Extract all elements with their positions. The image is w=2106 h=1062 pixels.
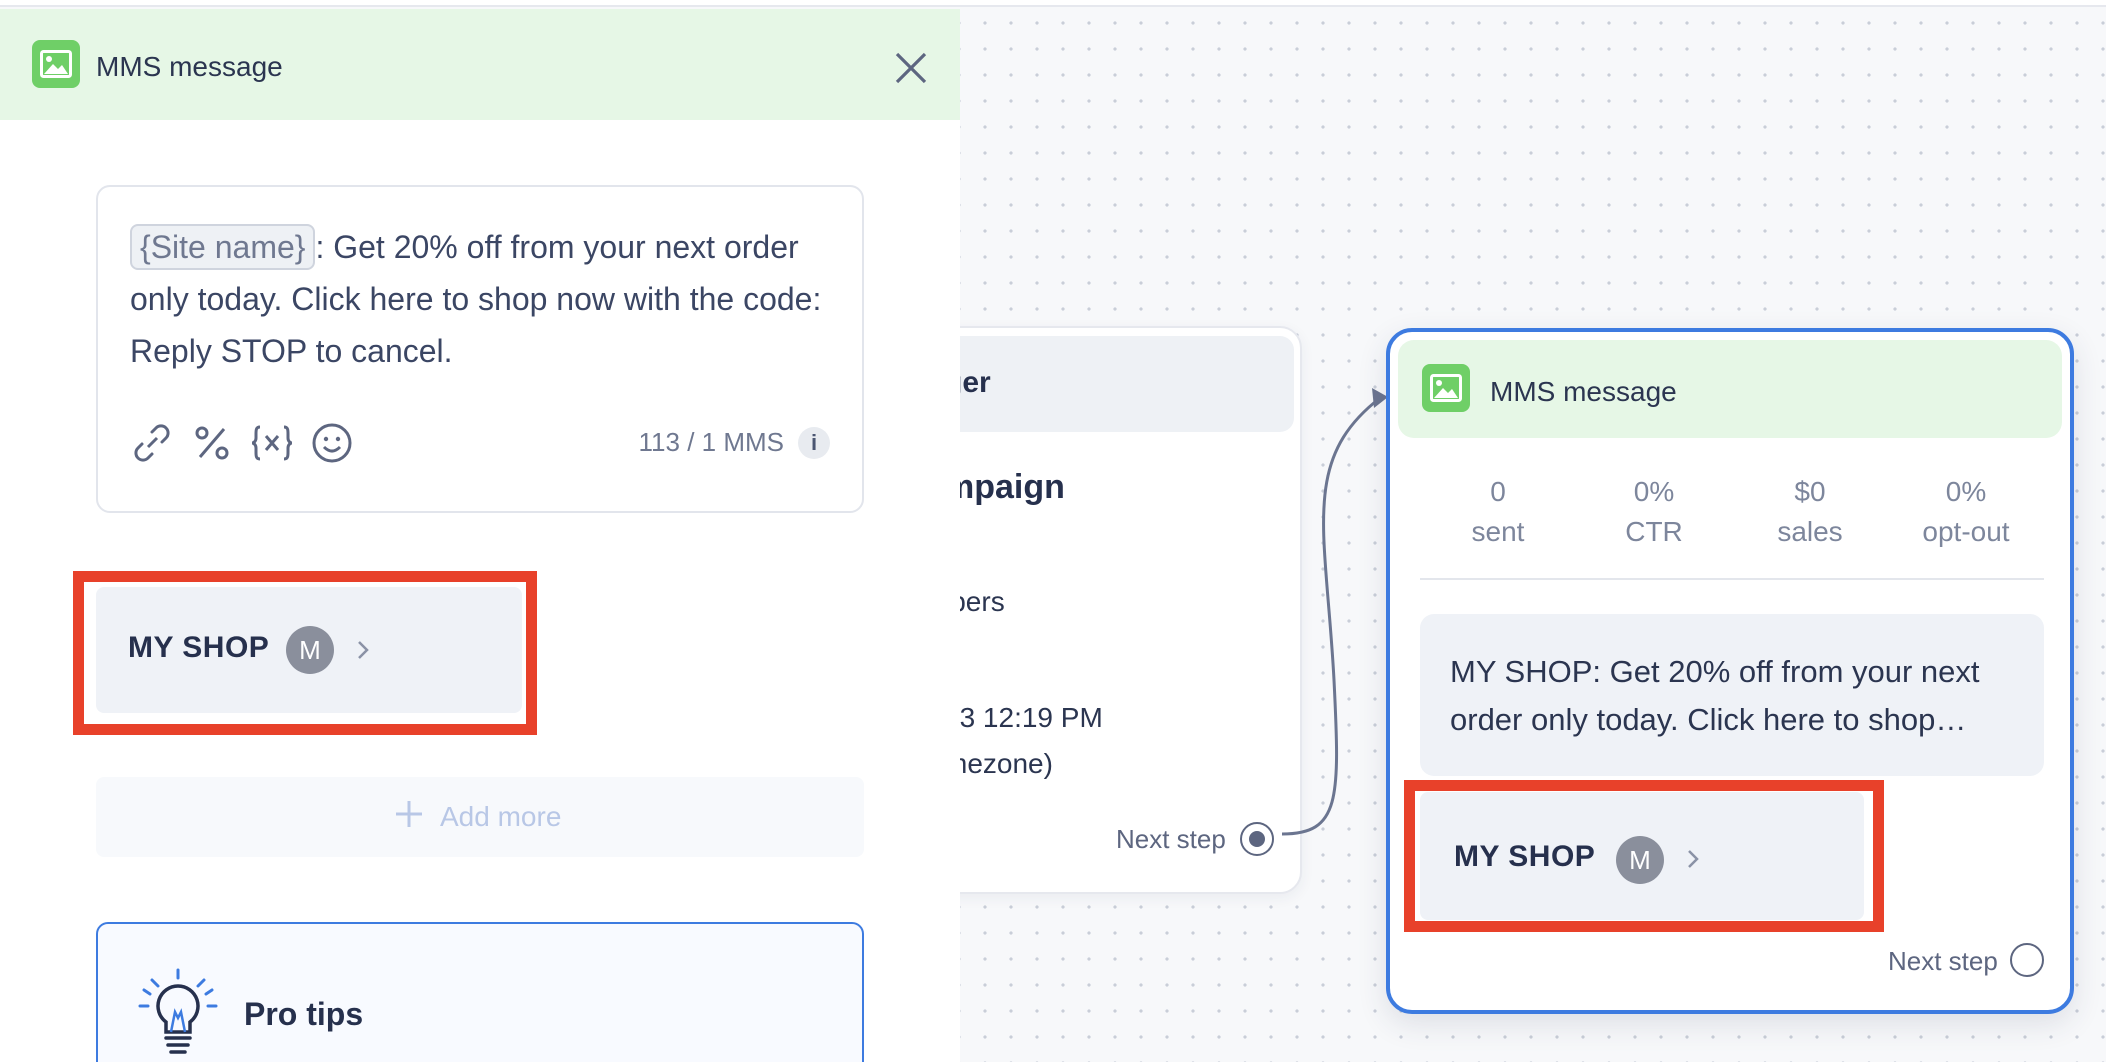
link-icon[interactable] bbox=[130, 421, 174, 465]
shop-button-label: MY SHOP bbox=[128, 631, 270, 664]
variable-icon[interactable] bbox=[250, 421, 294, 465]
mms-node-header: MMS message bbox=[1398, 340, 2062, 438]
stat-label: sent bbox=[1471, 516, 1525, 547]
mms-editor-panel: MMS message {Site name}: Get 20% off fro… bbox=[0, 9, 960, 1062]
trigger-node[interactable]: ger mpaign ibers g 23 12:19 PM mezone) N… bbox=[900, 326, 1302, 894]
avatar: M bbox=[286, 626, 334, 674]
percent-icon[interactable] bbox=[190, 421, 234, 465]
shop-button-label: MY SHOP bbox=[1454, 840, 1596, 873]
trigger-campaign-name: mpaign bbox=[944, 468, 1065, 506]
stat-label: CTR bbox=[1625, 516, 1683, 547]
message-text[interactable]: {Site name}: Get 20% off from your next … bbox=[130, 221, 850, 377]
stat-label: opt-out bbox=[1922, 516, 2010, 547]
trigger-node-header: ger bbox=[910, 336, 1294, 432]
lightbulb-icon bbox=[138, 968, 218, 1054]
top-border bbox=[0, 0, 2106, 7]
next-step-connector[interactable] bbox=[1240, 822, 1274, 856]
my-shop-button[interactable]: MY SHOP M bbox=[73, 571, 537, 735]
chevron-right-icon bbox=[358, 641, 369, 659]
next-step-label: Next step bbox=[1116, 824, 1226, 854]
trigger-timezone: mezone) bbox=[944, 748, 1053, 779]
chevron-right-icon bbox=[1688, 850, 1699, 868]
stat-value: 0 bbox=[1490, 476, 1506, 507]
next-step-label: Next step bbox=[1888, 946, 1998, 976]
add-more-label: Add more bbox=[440, 801, 562, 832]
flow-canvas[interactable]: ger mpaign ibers g 23 12:19 PM mezone) N… bbox=[0, 0, 2106, 1062]
stat-value: 0% bbox=[1633, 476, 1675, 507]
plus-icon bbox=[396, 801, 422, 827]
site-name-variable[interactable]: {Site name} bbox=[130, 224, 316, 270]
info-icon[interactable]: i bbox=[798, 427, 830, 459]
stat-ctr: 0% CTR bbox=[1576, 472, 1732, 552]
add-more-button[interactable]: Add more bbox=[96, 777, 864, 857]
character-count: 113 / 1 MMS bbox=[638, 427, 784, 457]
mms-message-node[interactable]: MMS message 0 sent 0% CTR $0 sales 0% op… bbox=[1386, 328, 2074, 1014]
message-editor[interactable]: {Site name}: Get 20% off from your next … bbox=[96, 185, 864, 513]
stat-opt-out: 0% opt-out bbox=[1888, 472, 2044, 552]
close-icon[interactable] bbox=[892, 49, 930, 87]
connector-arrow bbox=[1281, 388, 1388, 836]
message-preview-text: MY SHOP: Get 20% off from your next orde… bbox=[1450, 654, 1980, 737]
stat-value: $0 bbox=[1794, 476, 1826, 507]
image-icon bbox=[1422, 364, 1470, 412]
my-shop-button[interactable]: MY SHOP M bbox=[1404, 780, 1884, 932]
message-toolbar: 113 / 1 MMS i bbox=[130, 415, 850, 471]
message-preview: MY SHOP: Get 20% off from your next orde… bbox=[1420, 614, 2044, 776]
trigger-date: 23 12:19 PM bbox=[944, 702, 1103, 733]
stat-value: 0% bbox=[1945, 476, 1987, 507]
panel-title: MMS message bbox=[96, 51, 283, 82]
mms-node-title: MMS message bbox=[1490, 376, 1677, 407]
panel-header: MMS message bbox=[0, 9, 960, 120]
stat-sent: 0 sent bbox=[1420, 472, 1576, 552]
divider bbox=[1420, 578, 2044, 580]
avatar: M bbox=[1616, 836, 1664, 884]
stat-sales: $0 sales bbox=[1732, 472, 1888, 552]
image-icon bbox=[32, 40, 80, 88]
pro-tips-card[interactable]: Pro tips bbox=[96, 922, 864, 1062]
pro-tips-title: Pro tips bbox=[244, 996, 364, 1032]
next-step-connector[interactable] bbox=[2010, 943, 2044, 977]
emoji-icon[interactable] bbox=[310, 421, 354, 465]
stat-label: sales bbox=[1777, 516, 1843, 547]
